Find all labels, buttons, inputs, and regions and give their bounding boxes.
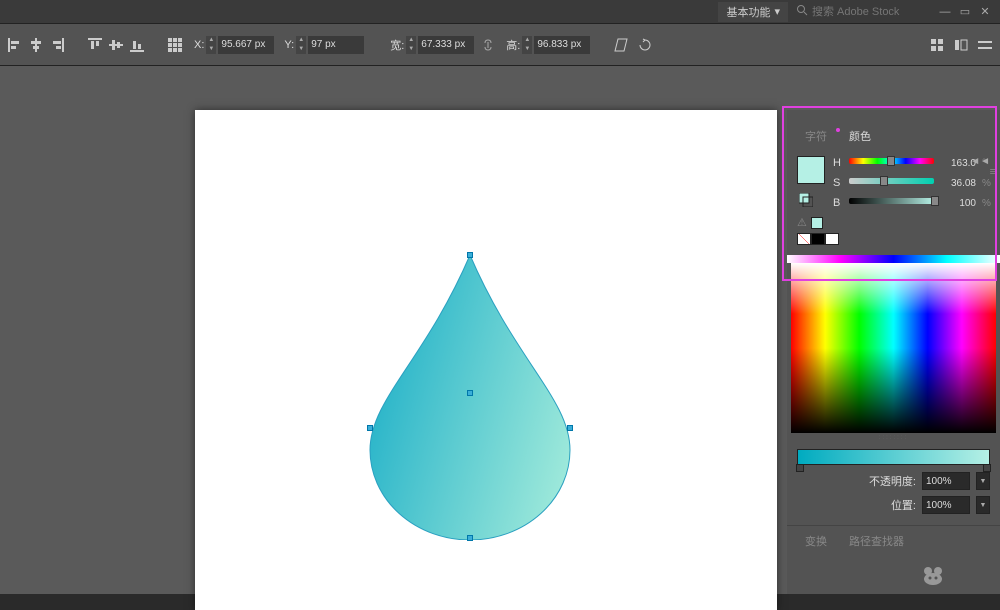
search-adobe-stock[interactable] — [796, 4, 922, 19]
fill-stroke-toggle-icon[interactable] — [797, 190, 815, 210]
align-hcenter-icon[interactable] — [27, 35, 45, 55]
canvas[interactable] — [195, 110, 777, 610]
gradient-stop-end[interactable] — [983, 464, 991, 472]
opacity-label: 不透明度: — [869, 473, 916, 489]
align-vcenter-icon[interactable] — [107, 35, 125, 55]
panel-menu-icon[interactable]: ≡ — [990, 166, 996, 178]
sat-slider[interactable] — [849, 178, 934, 188]
search-icon — [796, 4, 808, 19]
close-button[interactable]: ✕ — [978, 5, 992, 19]
hue-slider[interactable] — [849, 158, 934, 168]
rotate-icon[interactable] — [636, 35, 654, 55]
color-spectrum[interactable] — [791, 263, 996, 433]
align-top-icon[interactable] — [86, 35, 104, 55]
sel-handle-bottom[interactable] — [467, 535, 473, 541]
spectrum-strip[interactable] — [787, 255, 1000, 263]
w-step-up[interactable]: ▲ — [406, 36, 416, 45]
y-label: Y: — [284, 39, 294, 51]
w-step-down[interactable]: ▼ — [406, 45, 416, 54]
opacity-input[interactable] — [922, 472, 970, 490]
tab-color[interactable]: 颜色 — [839, 124, 881, 148]
sel-handle-center[interactable] — [467, 390, 473, 396]
white-swatch[interactable] — [825, 233, 839, 245]
sat-label: S — [833, 177, 843, 189]
bri-slider[interactable] — [849, 198, 934, 208]
shear-icon[interactable] — [612, 35, 630, 55]
workspace-switcher[interactable]: 基本功能 ▾ — [718, 2, 788, 22]
minimize-button[interactable]: — — [938, 5, 952, 19]
watermark-logo — [920, 563, 950, 590]
x-input[interactable] — [218, 36, 274, 54]
position-dropdown[interactable]: ▼ — [976, 496, 990, 514]
foreground-swatch[interactable] — [797, 156, 825, 184]
x-step-down[interactable]: ▼ — [206, 45, 216, 54]
arrange-docs-icon[interactable] — [928, 35, 946, 55]
transform-reference-icon[interactable] — [166, 35, 184, 55]
gamut-warning-icon[interactable]: ⚠ — [797, 216, 807, 229]
align-bottom-icon[interactable] — [128, 35, 146, 55]
tab-character[interactable]: 字符 — [795, 124, 837, 148]
y-step-up[interactable]: ▲ — [296, 36, 306, 45]
align-left-icon[interactable] — [6, 35, 24, 55]
tab-pathfinder[interactable]: 路径查找器 — [839, 529, 914, 553]
bri-value[interactable]: 100 — [940, 198, 976, 209]
black-swatch[interactable] — [811, 233, 825, 245]
align-group-v — [86, 35, 146, 55]
chevron-down-icon: ▾ — [774, 5, 780, 18]
sel-handle-left[interactable] — [367, 425, 373, 431]
w-input[interactable] — [418, 36, 474, 54]
panel-divider[interactable]: :::::::: — [787, 435, 1000, 441]
in-gamut-swatch[interactable] — [811, 217, 823, 229]
w-label: 宽: — [390, 37, 404, 53]
position-label: 位置: — [891, 497, 916, 513]
workspace-label: 基本功能 — [726, 4, 770, 20]
none-swatch[interactable] — [797, 233, 811, 245]
sat-unit: % — [982, 178, 990, 189]
y-input[interactable] — [308, 36, 364, 54]
h-step-up[interactable]: ▲ — [522, 36, 532, 45]
right-panel: ◄◄ 字符 颜色 ≡ H 163.0 ° — [787, 110, 1000, 594]
align-group-h — [6, 35, 66, 55]
hue-label: H — [833, 157, 843, 169]
h-step-down[interactable]: ▼ — [522, 45, 532, 54]
x-label: X: — [194, 39, 204, 51]
sel-handle-right[interactable] — [567, 425, 573, 431]
more-options-icon[interactable] — [976, 35, 994, 55]
gradient-stop-start[interactable] — [796, 464, 804, 472]
x-step-up[interactable]: ▲ — [206, 36, 216, 45]
tab-transform[interactable]: 变换 — [795, 529, 837, 553]
bri-label: B — [833, 197, 843, 209]
link-wh-icon[interactable] — [480, 37, 496, 53]
screen-mode-icon[interactable] — [952, 35, 970, 55]
sat-value[interactable]: 36.08 — [940, 178, 976, 189]
bri-unit: % — [982, 198, 990, 209]
position-input[interactable] — [922, 496, 970, 514]
opacity-dropdown[interactable]: ▼ — [976, 472, 990, 490]
align-right-icon[interactable] — [48, 35, 66, 55]
h-label: 高: — [506, 37, 520, 53]
maximize-button[interactable]: ▭ — [958, 5, 972, 19]
panel-collapse-icon[interactable]: ◄◄ — [970, 156, 990, 167]
h-input[interactable] — [534, 36, 590, 54]
gradient-bar[interactable] — [797, 449, 990, 465]
search-input[interactable] — [812, 6, 922, 18]
y-step-down[interactable]: ▼ — [296, 45, 306, 54]
sel-handle-top[interactable] — [467, 252, 473, 258]
